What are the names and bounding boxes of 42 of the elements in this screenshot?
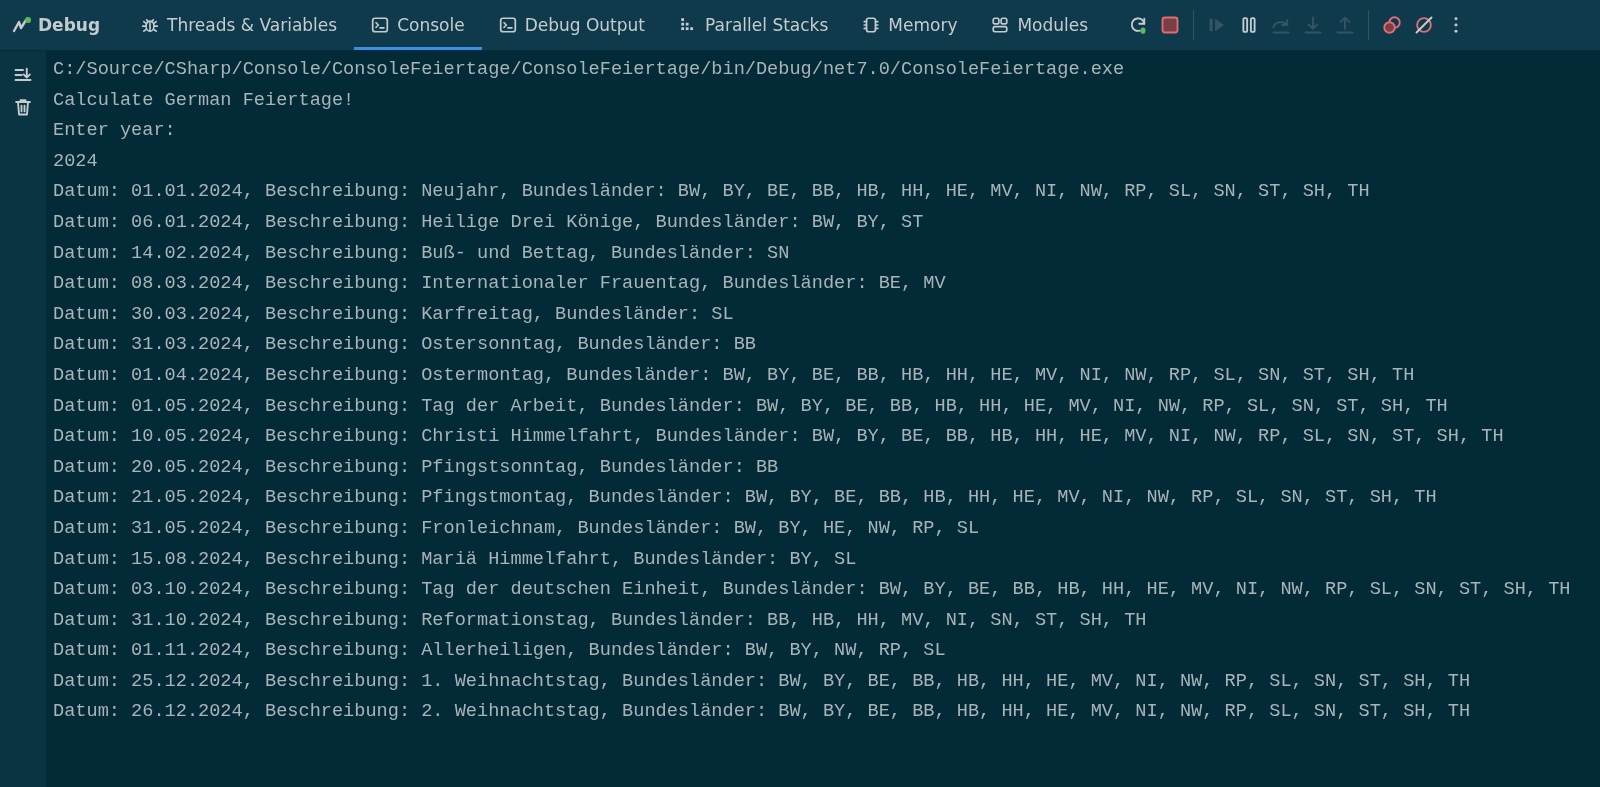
console-line: Datum: 01.05.2024, Beschreibung: Tag der Arbeit, Bundesländer: BW, BY, BE, BB, HB, HH, HE, MV, NI, NW, RP, SL, SN, ST, SH, TH [53,394,1448,419]
console-line: C:/Source/CSharp/Console/ConsoleFeiertage/ConsoleFeiertage/bin/Debug/net7.0/ConsoleFeiertage.exe [53,58,1125,82]
mute-breakpoints-icon [1414,15,1435,35]
console-line: Datum: 30.03.2024, Beschreibung: Karfreitag, Bundesländer: SL [53,302,734,327]
console-line: Datum: 31.03.2024, Beschreibung: Ostersonntag, Bundesländer: BB [53,333,756,358]
console-line: Datum: 31.05.2024, Beschreibung: Fronleichnam, Bundesländer: BW, BY, HE, NW, RP, SL [53,516,980,541]
console-line: Datum: 15.08.2024, Beschreibung: Mariä Himmelfahrt, Bundesländer: BY, SL [53,547,857,572]
tab[interactable]: Modules [974,0,1106,50]
console-line: Datum: 01.04.2024, Beschreibung: Ostermontag, Bundesländer: BW, BY, BE, BB, HB, HH, HE, MV, NI, NW, RP, SL, SN, ST, SH, TH [53,363,1415,388]
terminal-icon [498,16,517,34]
chip-icon [862,16,881,34]
modules-icon [991,16,1010,34]
stop-icon [1160,15,1181,35]
more-icon [1454,17,1459,33]
console-line: Datum: 21.05.2024, Beschreibung: Pfingstmontag, Bundesländer: BW, BY, BE, BB, HB, HH, HE, MV, NI, NW, RP, SL, SN, ST, SH, TH [53,486,1437,511]
console-line: Datum: 26.12.2024, Beschreibung: 2. Weihnachtstag, Bundesländer: BW, BY, BE, BB, HB, HH, HE, MV, NI, NW, RP, SL, SN, ST, SH, TH [53,700,1471,725]
step-out-icon [1335,15,1356,35]
breakpoints-icon [1382,15,1403,35]
console-line: Datum: 31.10.2024, Beschreibung: Reformationstag, Bundesländer: BB, HB, HH, MV, NI, SN, ST, SH, TH [53,608,1147,633]
step-into-icon [1303,15,1324,35]
console-line: Datum: 03.10.2024, Beschreibung: Tag der deutschen Einheit, Bundesländer: BW, BY, BE, BB, HB, HH, HE, MV, NI, NW, RP, SL, SN, ST, SH, TH [53,578,1571,603]
console-line: 2024 [53,149,98,174]
console-line: Datum: 25.12.2024, Beschreibung: 1. Weihnachtstag, Bundesländer: BW, BY, BE, BB, HB, HH, HE, MV, NI, NW, RP, SL, SN, ST, SH, TH [53,669,1471,694]
console-line: Datum: 14.02.2024, Beschreibung: Buß- und Bettag, Bundesländer: SN [53,241,790,266]
panel-title-text: Debug [38,15,101,35]
console-line: Datum: 01.01.2024, Beschreibung: Neujahr, Bundesländer: BW, BY, BE, BB, HB, HH, HE, MV, NI, NW, RP, SL, SN, ST, SH, TH [53,180,1370,205]
tab[interactable]: Console [354,0,482,50]
console-line: Datum: 20.05.2024, Beschreibung: Pfingstsonntag, Bundesländer: BB [53,455,779,480]
console-line: Datum: 08.03.2024, Beschreibung: Internationaler Frauentag, Bundesländer: BE, MV [53,272,946,297]
trash-icon [13,97,33,117]
bug-icon [141,16,160,34]
tab[interactable]: Memory [845,0,975,50]
console-line: Calculate German Feiertage! [53,88,355,113]
console-line: Enter year: [53,119,176,144]
tab[interactable]: Debug Output [481,0,663,50]
console-line: Datum: 10.05.2024, Beschreibung: Christi Himmelfahrt, Bundesländer: BW, BY, BE, BB, HB, HH, HE, MV, NI, NW, RP, SL, SN, ST, SH, TH [53,425,1504,450]
terminal-icon [371,16,390,34]
app-logo-icon [12,17,32,33]
tab[interactable]: Parallel Stacks [662,0,846,50]
console-line: Datum: 06.01.2024, Beschreibung: Heilige Drei Könige, Bundesländer: BW, BY, ST [53,210,924,235]
tab[interactable]: Threads & Variables [124,0,355,50]
console-line: Datum: 01.11.2024, Beschreibung: Allerheiligen, Bundesländer: BW, BY, NW, RP, SL [53,639,946,664]
